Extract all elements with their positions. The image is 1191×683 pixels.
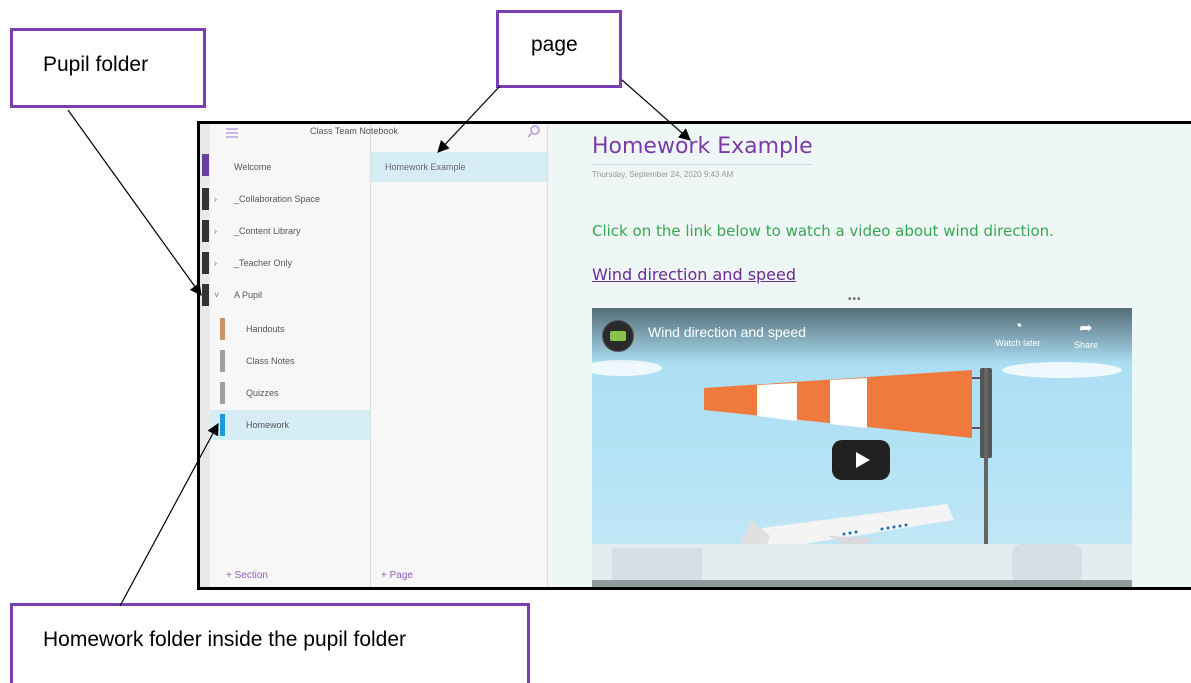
chevron-right-icon[interactable]: › (214, 248, 217, 278)
section-group-collaboration-space[interactable]: › _Collaboration Space (210, 184, 370, 214)
callout-page-text: page (531, 33, 578, 56)
notebook-window: Welcome › _Collaboration Space › _Conten… (197, 121, 1191, 590)
section-label: Handouts (246, 324, 285, 334)
video-title[interactable]: Wind direction and speed (648, 324, 806, 340)
video-link[interactable]: Wind direction and speed (592, 265, 796, 284)
chevron-right-icon[interactable]: › (214, 184, 217, 214)
chevron-down-icon[interactable]: ˅ (214, 280, 219, 310)
section-class-notes[interactable]: Class Notes (210, 346, 370, 376)
search-icon[interactable] (526, 124, 542, 140)
share-label: Share (1073, 340, 1099, 350)
section-label: Welcome (234, 162, 272, 172)
section-homework[interactable]: Homework (210, 410, 370, 440)
strip-block (202, 284, 209, 306)
strip-block (202, 220, 209, 242)
section-label: Quizzes (246, 388, 279, 398)
section-handouts[interactable]: Handouts (210, 314, 370, 344)
sections-pane: Welcome › _Collaboration Space › _Conten… (210, 124, 371, 587)
section-color-bar (220, 382, 225, 404)
strip-block (202, 252, 209, 274)
watch-later-label: Watch later (995, 338, 1041, 348)
hamburger-menu-icon[interactable] (226, 128, 238, 138)
section-label: _Collaboration Space (234, 194, 321, 204)
section-label: Class Notes (246, 356, 295, 366)
share-button[interactable]: ➦ Share (1056, 318, 1116, 350)
embedded-video[interactable]: Wind direction and speed ◔ Watch later ➦… (592, 308, 1132, 587)
page-label: Homework Example (385, 162, 466, 172)
section-group-teacher-only[interactable]: › _Teacher Only (210, 248, 370, 278)
section-quizzes[interactable]: Quizzes (210, 378, 370, 408)
callout-page: page (496, 10, 622, 88)
notebook-title: Class Team Notebook (310, 126, 398, 136)
page-item-homework-example[interactable]: Homework Example (371, 152, 547, 182)
section-label: A Pupil (234, 290, 263, 300)
pages-pane: Homework Example + Page (371, 124, 548, 587)
share-arrow-icon: ➦ (1079, 320, 1093, 337)
page-canvas[interactable]: Homework Example Thursday, September 24,… (548, 124, 1191, 587)
strip-block (202, 188, 209, 210)
section-label: _Content Library (234, 226, 301, 236)
callout-pupil-folder-text: Pupil folder (43, 53, 149, 76)
clock-icon: ◔ (1013, 318, 1023, 335)
channel-logo[interactable] (602, 320, 634, 352)
section-label: Homework (246, 420, 290, 430)
add-section-button[interactable]: + Section (226, 570, 268, 581)
watch-later-button[interactable]: ◔ Watch later (988, 318, 1048, 348)
instruction-text: Click on the link below to watch a video… (592, 222, 1054, 240)
section-group-content-library[interactable]: › _Content Library (210, 216, 370, 246)
callout-homework-folder: Homework folder inside the pupil folder (10, 603, 530, 683)
arrow-pupil-folder (67, 109, 202, 296)
callout-homework-folder-text: Homework folder inside the pupil folder (43, 628, 407, 651)
page-title[interactable]: Homework Example (592, 134, 813, 159)
title-divider (592, 164, 812, 165)
resize-handle[interactable]: ••• (848, 294, 862, 305)
play-button[interactable] (832, 440, 890, 480)
page-date: Thursday, September 24, 2020 9:43 AM (592, 170, 734, 179)
strip-block (202, 154, 209, 176)
section-label: _Teacher Only (234, 258, 293, 268)
section-color-bar (220, 318, 225, 340)
add-page-button[interactable]: + Page (381, 570, 413, 581)
section-group-a-pupil[interactable]: ˅ A Pupil (210, 280, 370, 310)
section-color-bar (220, 414, 225, 436)
chevron-right-icon[interactable]: › (214, 216, 217, 246)
section-color-bar (220, 350, 225, 372)
callout-pupil-folder: Pupil folder (10, 28, 206, 108)
section-welcome[interactable]: Welcome (210, 152, 370, 182)
notebook-color-strip (200, 124, 210, 587)
